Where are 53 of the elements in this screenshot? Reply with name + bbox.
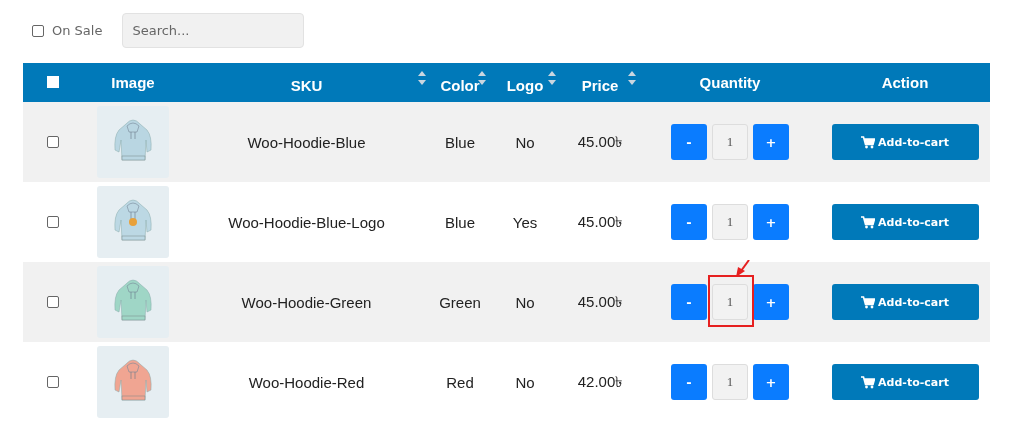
on-sale-checkbox[interactable] bbox=[32, 24, 44, 37]
quantity-field[interactable]: 1 bbox=[712, 124, 748, 160]
add-to-cart-button[interactable]: Add-to-cart bbox=[831, 124, 979, 160]
decrement-button[interactable]: - bbox=[671, 364, 707, 400]
logo-text: No bbox=[515, 293, 535, 311]
decrement-button[interactable]: - bbox=[671, 284, 707, 320]
row-checkbox[interactable] bbox=[47, 375, 59, 388]
row-checkbox[interactable] bbox=[47, 135, 59, 148]
increment-button[interactable]: + bbox=[753, 204, 789, 240]
color-text: Red bbox=[446, 373, 474, 391]
column-header: Action bbox=[881, 74, 929, 91]
logo-text: No bbox=[515, 373, 535, 391]
price-text: 45.00৳ bbox=[577, 212, 623, 230]
add-to-cart-button[interactable]: Add-to-cart bbox=[831, 204, 979, 240]
row-checkbox[interactable] bbox=[47, 295, 59, 308]
increment-button[interactable]: + bbox=[753, 124, 789, 160]
column-header: Quantity bbox=[699, 74, 761, 91]
column-header[interactable]: SKU bbox=[290, 71, 323, 94]
sort-icon[interactable] bbox=[548, 70, 556, 86]
price-text: 45.00৳ bbox=[577, 292, 623, 310]
sku-text: Woo-Hoodie-Green bbox=[241, 293, 372, 311]
quantity-field[interactable]: 1 bbox=[712, 284, 748, 320]
quantity-field[interactable]: 1 bbox=[712, 204, 748, 240]
color-text: Green bbox=[439, 293, 481, 311]
logo-text: No bbox=[515, 133, 535, 151]
add-to-cart-button[interactable]: Add-to-cart bbox=[831, 284, 979, 320]
color-text: Blue bbox=[445, 213, 475, 231]
sort-icon[interactable] bbox=[628, 70, 636, 86]
sort-icon[interactable] bbox=[418, 70, 426, 86]
cart-icon bbox=[861, 215, 876, 229]
increment-button[interactable]: + bbox=[753, 284, 789, 320]
sort-icon[interactable] bbox=[478, 70, 486, 86]
pointer-arrow bbox=[734, 260, 750, 278]
sku-text: Woo-Hoodie-Blue bbox=[247, 133, 366, 151]
color-text: Blue bbox=[445, 133, 475, 151]
logo-text: Yes bbox=[512, 213, 538, 231]
row-checkbox[interactable] bbox=[47, 215, 59, 228]
checkbox-label: On Sale bbox=[52, 23, 103, 38]
quantity-field[interactable]: 1 bbox=[712, 364, 748, 400]
add-to-cart-button[interactable]: Add-to-cart bbox=[831, 364, 979, 400]
cart-icon bbox=[861, 375, 876, 389]
cart-icon bbox=[861, 295, 876, 309]
search-field[interactable]: Search... bbox=[122, 13, 305, 48]
decrement-button[interactable]: - bbox=[671, 204, 707, 240]
price-text: 42.00৳ bbox=[577, 372, 623, 390]
decrement-button[interactable]: - bbox=[671, 124, 707, 160]
select-all-checkbox[interactable] bbox=[47, 76, 59, 88]
sku-text: Woo-Hoodie-Blue-Logo bbox=[228, 213, 385, 231]
price-text: 45.00৳ bbox=[577, 132, 623, 150]
cart-icon bbox=[861, 135, 876, 149]
column-header: Image bbox=[111, 74, 155, 91]
sku-text: Woo-Hoodie-Red bbox=[248, 373, 365, 391]
increment-button[interactable]: + bbox=[753, 364, 789, 400]
